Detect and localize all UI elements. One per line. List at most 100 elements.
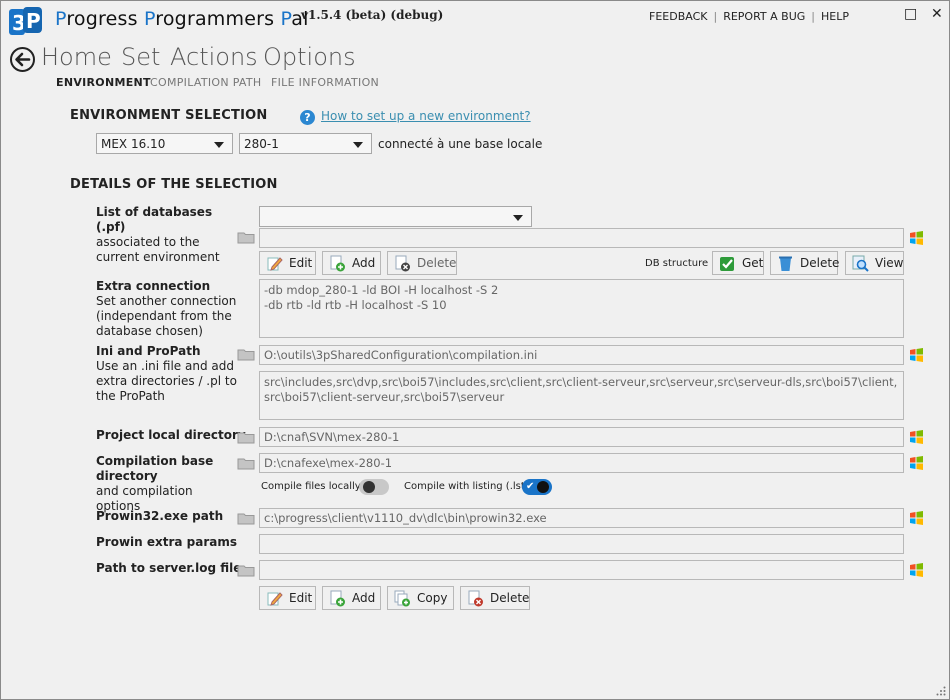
prowin-params-field[interactable] — [259, 534, 904, 554]
add-file-icon — [330, 590, 345, 606]
compile-listing-toggle[interactable]: ✔ — [522, 479, 552, 495]
env-select-value: MEX 16.10 — [101, 137, 166, 151]
windows-explorer-icon[interactable] — [909, 456, 924, 470]
compile-base-field[interactable]: D:\cnafexe\mex-280-1 — [259, 453, 904, 473]
databases-label: List of databases (.pf) associated to th… — [96, 205, 241, 265]
nav-options[interactable]: Options — [263, 43, 356, 71]
maximize-button[interactable]: □ — [904, 6, 917, 22]
nav-actions[interactable]: Actions — [170, 43, 258, 71]
env-suffix-select[interactable]: 280-1 — [239, 133, 372, 154]
env-add-label: Add — [352, 591, 376, 605]
db-structure-label: DB structure : — [645, 258, 715, 269]
windows-explorer-icon[interactable] — [909, 348, 924, 362]
help-link[interactable]: HELP — [821, 10, 849, 23]
env-copy-button[interactable]: Copy — [387, 586, 454, 610]
compile-base-label: Compilation base directory and compilati… — [96, 454, 236, 514]
ini-file-field[interactable]: O:\outils\3pSharedConfiguration\compilat… — [259, 345, 904, 365]
server-log-field[interactable] — [259, 560, 904, 580]
prowin-params-title: Prowin extra params — [96, 535, 238, 549]
db-view-button[interactable]: View — [845, 251, 904, 275]
compile-locally-label: Compile files locally? — [261, 481, 366, 492]
db-structure-delete-button[interactable]: Delete — [770, 251, 840, 275]
copy-file-icon — [394, 590, 410, 606]
chevron-down-icon — [513, 215, 523, 221]
db-delete-button[interactable]: Delete — [387, 251, 457, 275]
db-edit-label: Edit — [289, 256, 313, 270]
report-bug-link[interactable]: REPORT A BUG — [723, 10, 805, 23]
db-view-label: View — [875, 256, 904, 270]
env-delete-button[interactable]: Delete — [460, 586, 530, 610]
env-edit-button[interactable]: Edit — [259, 586, 316, 610]
app-version: v1.5.4 (beta) (debug) — [301, 8, 444, 22]
tab-file-information[interactable]: FILE INFORMATION — [271, 76, 379, 89]
tab-compilation-path[interactable]: COMPILATION PATH — [150, 76, 262, 89]
database-path-field[interactable] — [259, 228, 904, 248]
windows-explorer-icon[interactable] — [909, 430, 924, 444]
feedback-link[interactable]: FEEDBACK — [649, 10, 707, 23]
extra-connection-title: Extra connection — [96, 279, 211, 293]
close-button[interactable]: ✕ — [931, 6, 943, 22]
windows-explorer-icon[interactable] — [909, 231, 924, 245]
prowin-title: Prowin32.exe path — [96, 509, 224, 523]
db-add-button[interactable]: Add — [322, 251, 381, 275]
databases-title: List of databases (.pf) — [96, 205, 213, 234]
project-dir-label: Project local directory — [96, 428, 246, 443]
env-edit-label: Edit — [289, 591, 313, 605]
db-get-label: Get — [742, 256, 764, 270]
chevron-down-icon — [214, 142, 224, 148]
db-structure-delete-label: Delete — [800, 256, 840, 270]
help-icon[interactable]: ? — [300, 110, 315, 125]
check-icon — [720, 256, 734, 271]
db-add-label: Add — [352, 256, 376, 270]
extra-connection-label: Extra connection Set another connection … — [96, 279, 241, 339]
env-add-button[interactable]: Add — [322, 586, 381, 610]
project-dir-title: Project local directory — [96, 428, 246, 442]
windows-explorer-icon[interactable] — [909, 563, 924, 577]
prowin-path-field[interactable]: c:\progress\client\v1110_dv\dlc\bin\prow… — [259, 508, 904, 528]
delete-file-icon — [395, 255, 410, 271]
env-selection-heading: ENVIRONMENT SELECTION — [70, 108, 268, 123]
extra-connection-desc: Set another connection (independant from… — [96, 294, 237, 338]
project-dir-field[interactable]: D:\cnaf\SVN\mex-280-1 — [259, 427, 904, 447]
folder-icon[interactable] — [237, 512, 255, 525]
db-edit-button[interactable]: Edit — [259, 251, 316, 275]
server-log-title: Path to server.log file — [96, 561, 242, 575]
delete-file-icon — [468, 590, 483, 606]
connection-status: connecté à une base locale — [378, 137, 543, 151]
server-log-label: Path to server.log file — [96, 561, 241, 576]
database-select[interactable] — [259, 206, 532, 227]
compile-base-title: Compilation base directory — [96, 454, 214, 483]
extra-connection-textarea[interactable]: -db mdop_280-1 -ld BOI -H localhost -S 2… — [259, 279, 904, 338]
tab-environment[interactable]: ENVIRONMENT — [56, 76, 151, 89]
folder-icon[interactable] — [237, 564, 255, 577]
ini-propath-label: Ini and ProPath Use an .ini file and add… — [96, 344, 241, 404]
propath-textarea[interactable]: src\includes,src\dvp,src\boi57\includes,… — [259, 371, 904, 420]
db-get-button[interactable]: Get — [712, 251, 764, 275]
folder-icon[interactable] — [237, 231, 255, 244]
compile-listing-label: Compile with listing (.lst)? — [404, 481, 534, 492]
env-copy-label: Copy — [417, 591, 448, 605]
main-window: 3 P Progress Programmers Pal v1.5.4 (bet… — [0, 0, 950, 700]
windows-explorer-icon[interactable] — [909, 511, 924, 525]
nav-home[interactable]: Home — [41, 43, 112, 71]
extra-connection-line: -db rtb -ld rtb -H localhost -S 10 — [264, 298, 447, 312]
nav-set[interactable]: Set — [121, 43, 160, 71]
prowin-params-label: Prowin extra params — [96, 535, 237, 550]
edit-pencil-icon — [267, 256, 283, 271]
svg-text:P: P — [26, 9, 41, 33]
folder-icon[interactable] — [237, 348, 255, 361]
databases-desc: associated to the current environment — [96, 235, 220, 264]
env-select[interactable]: MEX 16.10 — [96, 133, 233, 154]
check-icon: ✔ — [526, 481, 535, 492]
ini-propath-desc: Use an .ini file and add extra directori… — [96, 359, 237, 403]
app-title: Progress Programmers Pal — [55, 8, 309, 30]
setup-env-help-link[interactable]: How to set up a new environment? — [321, 109, 531, 123]
ini-propath-title: Ini and ProPath — [96, 344, 201, 358]
folder-icon[interactable] — [237, 457, 255, 470]
env-suffix-value: 280-1 — [244, 137, 279, 151]
resize-grip-icon[interactable] — [936, 686, 946, 696]
folder-icon[interactable] — [237, 431, 255, 444]
extra-connection-line: -db mdop_280-1 -ld BOI -H localhost -S 2 — [264, 283, 499, 297]
back-arrow-icon[interactable] — [10, 47, 35, 72]
compile-locally-toggle[interactable] — [359, 479, 389, 495]
